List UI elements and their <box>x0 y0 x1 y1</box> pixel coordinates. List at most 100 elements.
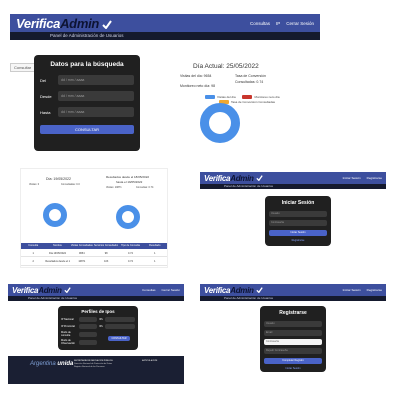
date-input-desde[interactable]: dd / mm / aaaa <box>58 91 134 101</box>
mini-donut-2 <box>116 205 140 229</box>
col-header: Nombre <box>53 244 62 247</box>
panel-subtitle: Panel de Administración de Usuarios <box>224 296 274 300</box>
date-input-del[interactable]: dd / mm / aaaa <box>58 75 134 85</box>
day-stat-monitoreo: Monitoreo neto día: 98 <box>180 84 216 88</box>
brand-verifica: Verifica <box>204 173 231 183</box>
register-email-input[interactable]: Email <box>264 330 322 336</box>
table-cell: 98 <box>104 252 108 255</box>
panel-subtitle: Panel de Administración de Usuarios <box>224 184 274 188</box>
panel-subtitle: Panel de Administración de Usuarios <box>50 33 124 38</box>
table-cell: Resultados desde el 18/05/2022 hasta el … <box>45 260 69 263</box>
brand-verifica: Verifica <box>204 285 231 295</box>
results-area: Día: 19/05/2022 Visitas: 0 Consultadas: … <box>20 168 168 268</box>
brand-logo[interactable]: VerificaAdmin <box>16 15 113 31</box>
table-cell: 9654 <box>79 252 85 255</box>
results-table-header: Consulta Nombre Visitas Consultadas Serv… <box>21 243 167 249</box>
profile-navbar: VerificaAdmin Consultas Cerrar Sesión <box>8 284 184 296</box>
footer-brand-2: unida <box>57 361 74 367</box>
register-login-link[interactable]: Iniciar Sesión <box>264 367 322 370</box>
legend-swatch <box>205 95 215 100</box>
field-label-desde: Desde <box>40 93 52 99</box>
table-cell: 0.74 <box>128 252 133 255</box>
nav-cerrar-sesion[interactable]: Cerrar Sesión <box>286 21 314 26</box>
brand-admin: Admin <box>38 285 62 295</box>
table-row: 2 Resultados desde el 18/05/2022 hasta e… <box>21 258 167 266</box>
register-submit-button[interactable]: Completar Registro <box>264 358 322 364</box>
table-cell: 0.74 <box>128 260 133 263</box>
table-cell: Día 19/05/2022 <box>48 252 67 255</box>
date-input-hasta[interactable]: dd / mm / aaaa <box>58 107 134 117</box>
login-user-input[interactable]: Usuario <box>269 211 327 217</box>
nav-iniciar-sesion[interactable]: Iniciar Sesión <box>343 288 361 292</box>
mini-title-2: Resultados desde el 18/05/2022 <box>106 175 150 179</box>
table-row: 1 Día 19/05/2022 9654 98 0.74 1 <box>21 250 167 257</box>
profile-label: Modo de Observación <box>61 339 76 345</box>
brand-admin: Admin <box>230 173 254 183</box>
legend-visitas: Visitas del día <box>217 95 236 99</box>
nav-consultas[interactable]: Consultas <box>142 288 155 292</box>
col-header: Consulta <box>28 244 39 247</box>
profile-input[interactable] <box>79 339 97 345</box>
consultar-button[interactable]: CONSULTAR <box>40 125 134 134</box>
check-icon <box>255 175 263 182</box>
mini-stat-2b: Consultas: 0.74 <box>136 186 154 189</box>
day-donut-chart <box>200 103 240 143</box>
col-header: Resultado <box>149 244 161 247</box>
profile-input[interactable] <box>79 331 97 337</box>
table-cell: 2 <box>32 260 34 263</box>
brand-admin: Admin <box>60 15 100 31</box>
nav-registrarse[interactable]: Registrarse <box>367 176 382 180</box>
check-icon <box>102 19 113 30</box>
mini-donut-1 <box>43 203 67 227</box>
register-user-input[interactable]: Usuario <box>264 321 322 327</box>
brand-logo[interactable]: VerificaAdmin <box>204 286 263 295</box>
footer: Argentina unida SECRETARÍA DE INNOVACIÓN… <box>8 356 184 384</box>
login-password-input[interactable]: Contraseña <box>269 220 327 226</box>
brand-admin: Admin <box>230 285 254 295</box>
login-register-link[interactable]: Registrarse <box>269 239 327 242</box>
legend-swatch <box>242 95 253 100</box>
profile-label: IPs <box>99 318 103 321</box>
brand-logo[interactable]: VerificaAdmin <box>12 286 71 295</box>
nav-ip[interactable]: IP <box>276 21 280 26</box>
profile-title: Perfiles de Ipos <box>81 309 115 314</box>
register-repeat-password-input[interactable]: Repetir Contraseña <box>264 348 322 354</box>
consultar-tab[interactable]: Consultar <box>10 63 36 72</box>
day-stat-tasa: Tasa de Conversión <box>235 74 266 78</box>
login-navbar: VerificaAdmin Iniciar Sesión Registrarse <box>200 172 386 184</box>
footer-brand-1: Argentina <box>30 361 56 367</box>
profile-input[interactable] <box>105 324 135 329</box>
subtitle-bar: Panel de Administración de Usuarios <box>10 32 320 40</box>
profile-input[interactable] <box>105 317 135 322</box>
profile-card: Perfiles de Ipos IP Nacional IPs IP Prov… <box>58 306 138 350</box>
profile-label: IP Nacional <box>61 318 74 321</box>
day-title: Día Actual: 25/05/2022 <box>193 63 259 70</box>
mini-title-1: Día: 19/05/2022 <box>46 177 71 181</box>
footer-link[interactable]: Registro Nacional de las Personas <box>74 366 134 369</box>
table-cell: 1 <box>32 252 34 255</box>
nav-registrarse[interactable]: Registrarse <box>367 288 382 292</box>
search-card: Datos para la búsqueda Del dd / mm / aaa… <box>34 55 140 151</box>
table-cell: 10871 <box>78 260 86 263</box>
footer-col-2: ARTICULACIÓN <box>142 360 157 363</box>
field-label-del: Del <box>40 77 47 83</box>
mini-stat-1b: Consultadas: 0.0 <box>61 183 80 186</box>
profile-consultar-button[interactable]: CONSULTAR <box>108 336 130 341</box>
nav-consultas[interactable]: Consultas <box>250 21 270 26</box>
col-header: Tipo de Consulta <box>121 244 140 247</box>
register-title: Registrarse <box>279 310 307 316</box>
col-header: Servicios Consultados <box>93 244 119 247</box>
register-subtitle-bar: Panel de Administración de Usuarios <box>200 296 386 301</box>
brand-logo[interactable]: VerificaAdmin <box>204 174 263 183</box>
profile-input[interactable] <box>79 324 97 329</box>
login-button[interactable]: Iniciar Sesión <box>269 230 327 236</box>
field-label-hasta: Hasta <box>40 109 51 115</box>
register-password-input[interactable]: Contraseña <box>264 339 322 345</box>
nav-iniciar-sesion[interactable]: Iniciar Sesión <box>343 176 361 180</box>
footer-col-title: ARTICULACIÓN <box>142 360 158 362</box>
table-cell: 1 <box>154 260 156 263</box>
profile-input[interactable] <box>79 317 97 322</box>
legend-monitoreo: Monitoreo neto día <box>254 95 280 99</box>
day-stat-consultadas: Consultadas: 0.74 <box>235 80 264 84</box>
nav-cerrar-sesion[interactable]: Cerrar Sesión <box>161 288 180 292</box>
